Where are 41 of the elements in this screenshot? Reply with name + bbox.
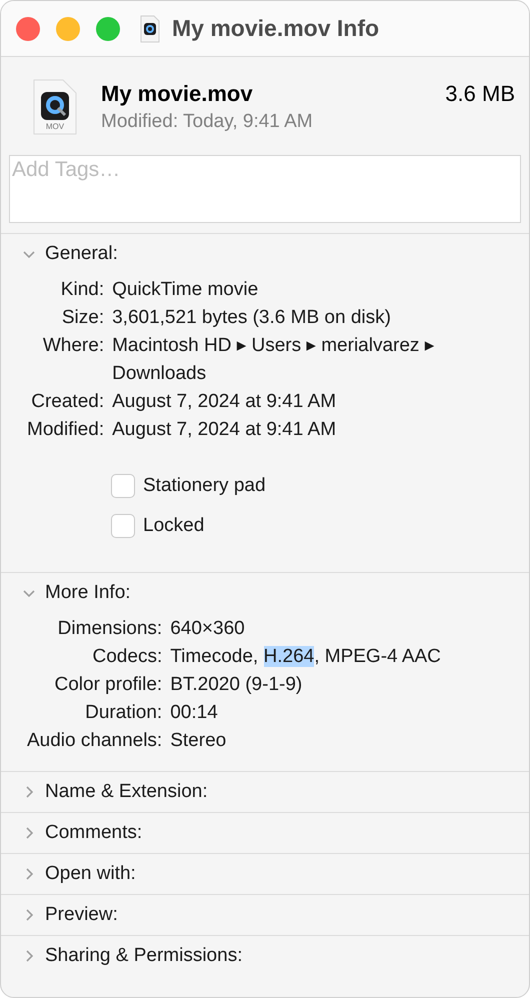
field-label: Size:: [60, 306, 104, 330]
field-value: August 7, 2024 at 9:41 AM: [112, 390, 338, 414]
field-label: Kind:: [60, 278, 104, 302]
field-label: Color profile:: [54, 673, 162, 697]
field-value: 00:14: [170, 701, 219, 725]
checkbox-label: Locked: [143, 515, 204, 537]
window-title: My movie.mov Info: [172, 15, 380, 42]
field-value: BT.2020 (9-1-9): [170, 673, 304, 697]
tags-field[interactable]: Add Tags…: [9, 155, 521, 223]
section-header[interactable]: Sharing & Permissions:: [1, 936, 529, 976]
field-value: 3,601,521 bytes (3.6 MB on disk): [112, 306, 392, 330]
movie-file-icon: [140, 14, 160, 42]
field-value: Timecode, H.264, MPEG-4 AAC: [170, 645, 442, 669]
checkbox[interactable]: [111, 474, 135, 498]
file-size: 3.6 MB: [445, 81, 515, 107]
field-label: Duration:: [84, 701, 162, 725]
field-label: Dimensions:: [56, 617, 162, 641]
section-header[interactable]: Open with:: [1, 854, 529, 894]
file-name: My movie.mov: [101, 81, 253, 107]
movie-file-icon: MOV: [33, 79, 77, 135]
minimize-button[interactable]: [56, 16, 80, 40]
section-header[interactable]: Name & Extension:: [1, 772, 529, 812]
section-header[interactable]: Comments:: [1, 813, 529, 853]
field-value: August 7, 2024 at 9:41 AM: [112, 418, 338, 442]
section-header[interactable]: More Info:: [1, 573, 529, 613]
section-header[interactable]: Preview:: [1, 895, 529, 935]
close-button[interactable]: [16, 16, 40, 40]
zoom-button[interactable]: [96, 16, 120, 40]
section-header[interactable]: General:: [1, 234, 529, 274]
modified-date: Modified: Today, 9:41 AM: [101, 111, 314, 133]
field-value: 640×360: [170, 617, 246, 641]
field-label: Created:: [30, 390, 104, 414]
checkbox[interactable]: [111, 514, 135, 538]
field-value: QuickTime movie: [112, 278, 260, 302]
field-label: Codecs:: [92, 645, 162, 669]
checkbox-label: Stationery pad: [143, 475, 266, 497]
field-value: Macintosh HD ▸ Users ▸ merialvarez ▸ Downloads: [112, 334, 436, 386]
field-label: Modified:: [27, 418, 104, 442]
field-label: Where:: [42, 334, 104, 358]
field-value: Stereo: [170, 729, 228, 753]
field-label: Audio channels:: [27, 729, 162, 753]
